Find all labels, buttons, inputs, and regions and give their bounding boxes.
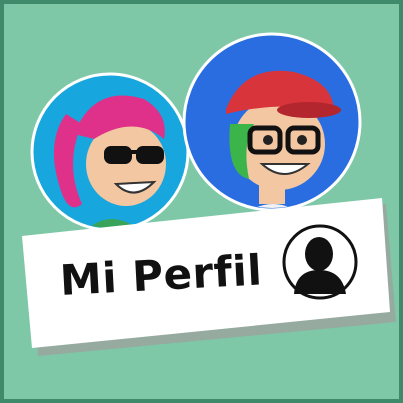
girl-avatar-icon (30, 72, 190, 232)
illustration (22, 32, 396, 356)
user-silhouette-icon (282, 224, 358, 300)
profile-tile[interactable]: Mi Perfil (4, 4, 399, 399)
